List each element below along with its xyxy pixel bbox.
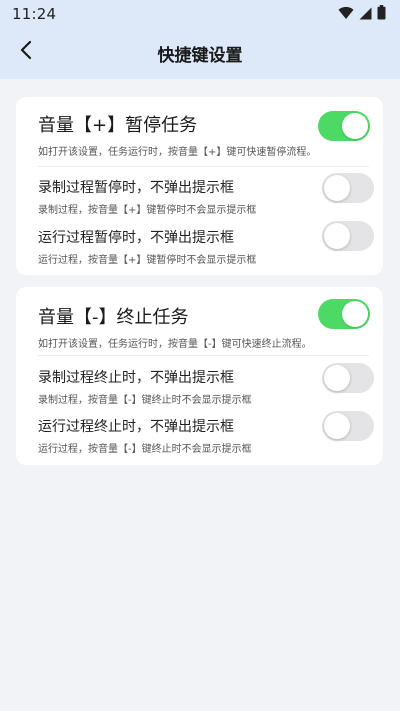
pause-option-record-desc: 录制过程，按音量【+】键暂停时不会显示提示框 <box>38 205 257 216</box>
status-time: 11:24 <box>12 5 57 23</box>
divider <box>38 166 369 167</box>
battery-icon <box>377 4 386 24</box>
stop-option-run-desc: 运行过程，按音量【-】键终止时不会显示提示框 <box>38 444 252 455</box>
pause-option-record-toggle[interactable] <box>322 173 374 203</box>
stop-settings-card: 音量【-】终止任务 如打开该设置，任务运行时，按音量【-】键可快速终止流程。 录… <box>16 287 383 465</box>
stop-main-desc: 如打开该设置，任务运行时，按音量【-】键可快速终止流程。 <box>38 339 312 350</box>
toggle-knob <box>324 365 350 391</box>
top-bar: 11:24 快捷键设置 <box>0 0 400 79</box>
stop-option-run-title: 运行过程终止时，不弹出提示框 <box>38 419 234 435</box>
toggle-knob <box>324 223 350 249</box>
pause-main-toggle[interactable] <box>318 111 370 141</box>
status-bar: 11:24 <box>0 0 400 28</box>
stop-option-record-row: 录制过程终止时，不弹出提示框 录制过程，按音量【-】键终止时不会显示提示框 <box>38 367 368 406</box>
pause-option-run-toggle[interactable] <box>322 221 374 251</box>
divider <box>38 355 369 356</box>
toggle-knob <box>342 113 368 139</box>
stop-option-record-desc: 录制过程，按音量【-】键终止时不会显示提示框 <box>38 395 252 406</box>
pause-option-run-title: 运行过程暂停时，不弹出提示框 <box>38 230 234 246</box>
back-button[interactable] <box>12 38 40 66</box>
stop-option-record-toggle[interactable] <box>322 363 374 393</box>
stop-main-toggle[interactable] <box>318 299 370 329</box>
stop-option-record-title: 录制过程终止时，不弹出提示框 <box>38 370 234 386</box>
toggle-knob <box>324 175 350 201</box>
pause-option-record-row: 录制过程暂停时，不弹出提示框 录制过程，按音量【+】键暂停时不会显示提示框 <box>38 177 368 216</box>
status-icons <box>338 4 386 24</box>
pause-option-run-desc: 运行过程，按音量【+】键暂停时不会显示提示框 <box>38 255 257 266</box>
signal-icon <box>359 5 372 24</box>
pause-main-desc: 如打开该设置，任务运行时，按音量【+】键可快速暂停流程。 <box>38 147 317 158</box>
pause-option-run-row: 运行过程暂停时，不弹出提示框 运行过程，按音量【+】键暂停时不会显示提示框 <box>38 227 368 266</box>
toggle-knob <box>342 301 368 327</box>
pause-main-row: 音量【+】暂停任务 如打开该设置，任务运行时，按音量【+】键可快速暂停流程。 <box>38 111 368 158</box>
pause-settings-card: 音量【+】暂停任务 如打开该设置，任务运行时，按音量【+】键可快速暂停流程。 录… <box>16 97 383 275</box>
toggle-knob <box>324 413 350 439</box>
stop-option-run-toggle[interactable] <box>322 411 374 441</box>
chevron-left-icon <box>19 40 33 64</box>
nav-bar: 快捷键设置 <box>0 28 400 79</box>
stop-option-run-row: 运行过程终止时，不弹出提示框 运行过程，按音量【-】键终止时不会显示提示框 <box>38 416 368 455</box>
page-title: 快捷键设置 <box>157 46 243 66</box>
pause-option-record-title: 录制过程暂停时，不弹出提示框 <box>38 180 234 196</box>
wifi-icon <box>338 5 354 24</box>
